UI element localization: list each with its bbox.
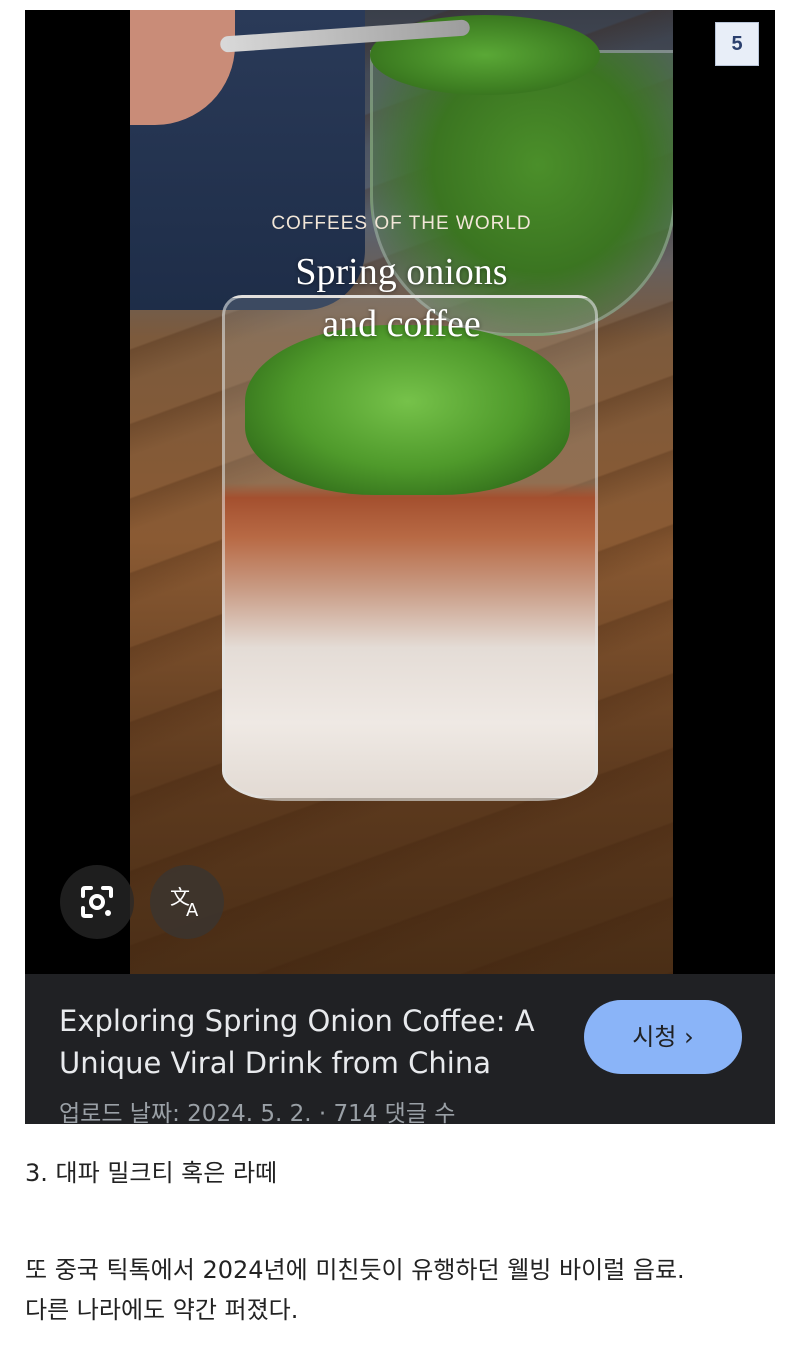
video-overlay-title-line2: and coffee	[322, 303, 481, 345]
video-thumbnail-frame[interactable]: COFFEES OF THE WORLD Spring onions and c…	[25, 10, 775, 974]
translate-icon: 文 A	[170, 885, 199, 921]
video-info-panel: Exploring Spring Onion Coffee: A Unique …	[25, 974, 775, 1124]
translate-button[interactable]: 文 A	[150, 865, 224, 939]
image-number-badge: 5	[715, 22, 759, 66]
article-item-heading: 3. 대파 밀크티 혹은 라떼	[25, 1159, 278, 1187]
video-result-card[interactable]: COFFEES OF THE WORLD Spring onions and c…	[25, 10, 775, 1124]
watch-button[interactable]: 시청 ›	[584, 1000, 742, 1074]
svg-text:A: A	[186, 900, 199, 921]
video-overlay-kicker: COFFEES OF THE WORLD	[271, 213, 532, 234]
article-body-line2: 다른 나라에도 약간 퍼졌다.	[25, 1296, 299, 1324]
article-body: 또 중국 틱톡에서 2024년에 미친듯이 유행하던 웰빙 바이럴 음료. 다른…	[25, 1250, 785, 1330]
video-thumbnail[interactable]: COFFEES OF THE WORLD Spring onions and c…	[130, 10, 673, 974]
video-meta: 업로드 날짜: 2024. 5. 2. · 714 댓글 수	[59, 1101, 456, 1124]
video-title[interactable]: Exploring Spring Onion Coffee: A Unique …	[59, 1000, 559, 1084]
google-lens-button[interactable]	[60, 865, 134, 939]
video-overlay-title-line1: Spring onions	[295, 251, 508, 293]
chopped-scallions-topping	[245, 325, 570, 495]
article-body-line1: 또 중국 틱톡에서 2024년에 미친듯이 유행하던 웰빙 바이럴 음료.	[25, 1256, 685, 1284]
video-overlay-title: Spring onions and coffee	[130, 246, 673, 350]
google-lens-icon	[81, 886, 113, 918]
